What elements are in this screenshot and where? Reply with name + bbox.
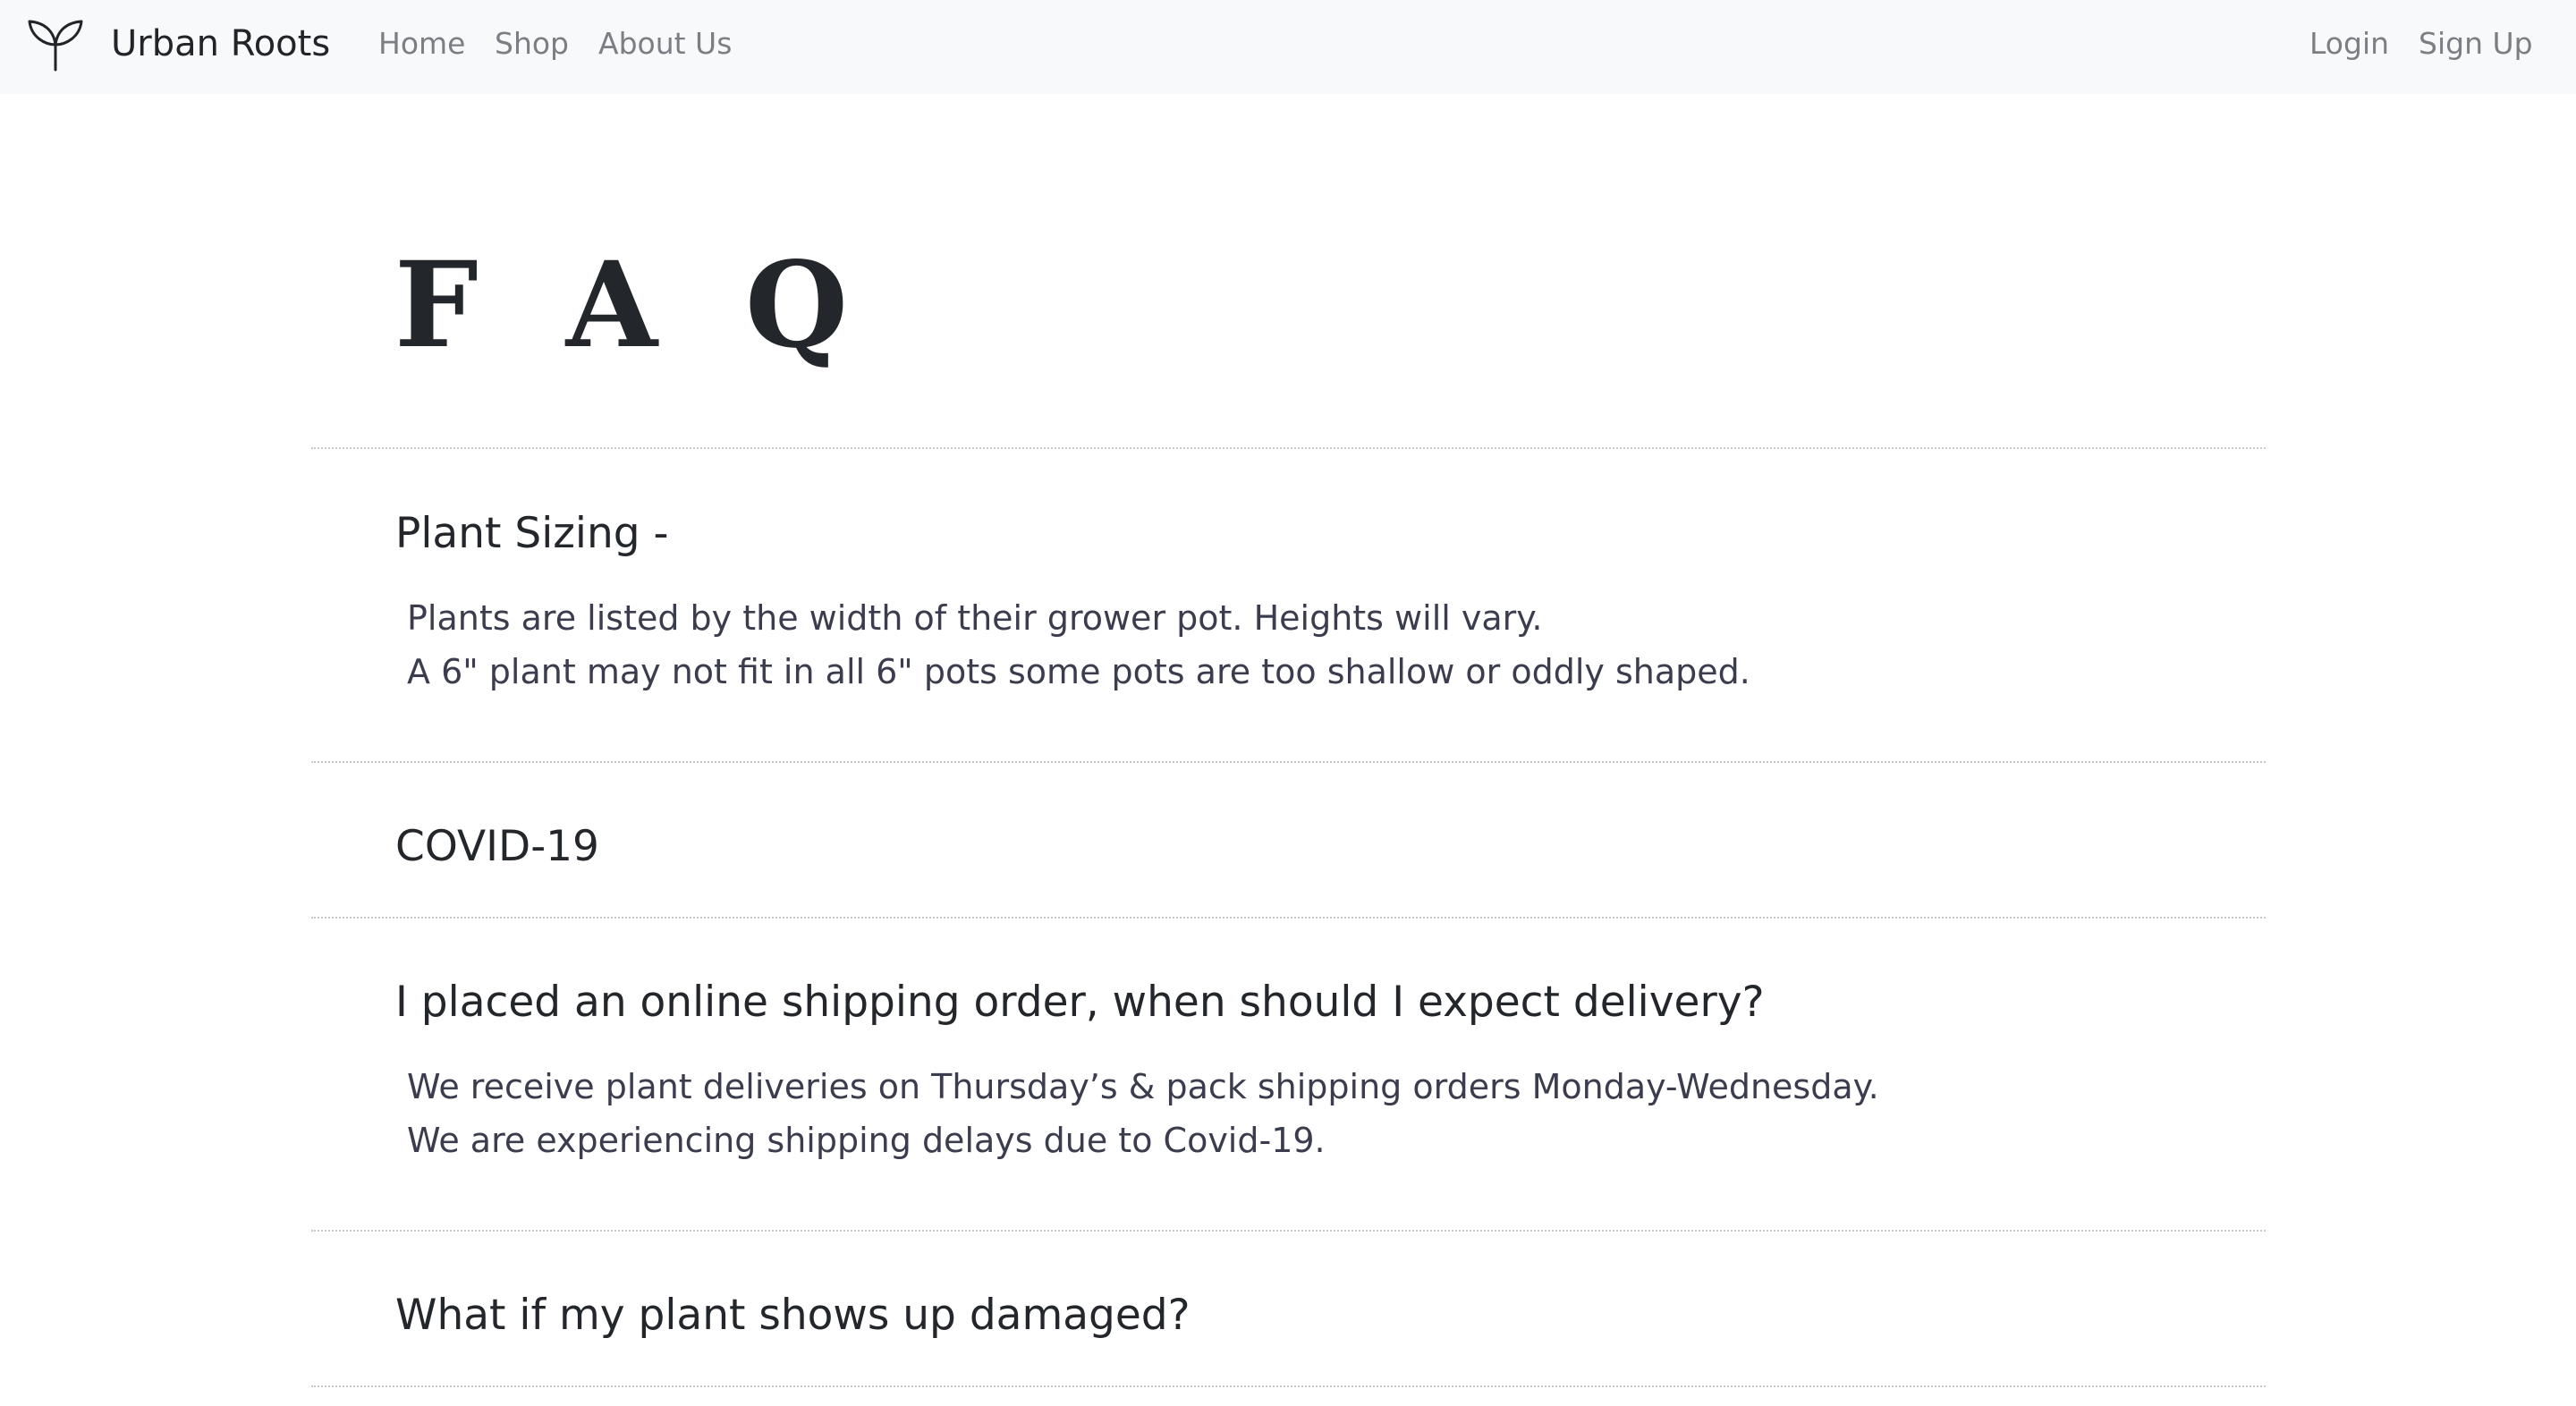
- divider: [311, 1230, 2266, 1232]
- nav-shop-link[interactable]: Shop: [495, 23, 569, 64]
- signup-link[interactable]: Sign Up: [2419, 23, 2533, 64]
- page-title: F A Q: [394, 236, 872, 375]
- nav-about-link[interactable]: About Us: [598, 23, 732, 64]
- sprout-icon[interactable]: [26, 18, 85, 72]
- brand-name[interactable]: Urban Roots: [111, 21, 330, 67]
- navbar: Urban Roots Home Shop About Us Login Sig…: [0, 0, 2576, 94]
- faq-answer-line: Plants are listed by the width of their …: [407, 598, 1543, 638]
- divider: [311, 917, 2266, 919]
- faq-question: Plant Sizing -: [395, 509, 669, 558]
- faq-question: I placed an online shipping order, when …: [395, 978, 1765, 1027]
- faq-answer-line: A 6" plant may not fit in all 6" pots so…: [407, 652, 1750, 691]
- login-link[interactable]: Login: [2309, 23, 2389, 64]
- divider: [311, 447, 2266, 449]
- faq-answer-line: We receive plant deliveries on Thursday’…: [407, 1067, 1879, 1106]
- divider: [311, 1385, 2266, 1387]
- faq-question: What if my plant shows up damaged?: [395, 1291, 1191, 1340]
- faq-answer-line: We are experiencing shipping delays due …: [407, 1121, 1326, 1160]
- nav-home-link[interactable]: Home: [378, 23, 465, 64]
- divider: [311, 761, 2266, 763]
- faq-question: COVID-19: [395, 822, 599, 871]
